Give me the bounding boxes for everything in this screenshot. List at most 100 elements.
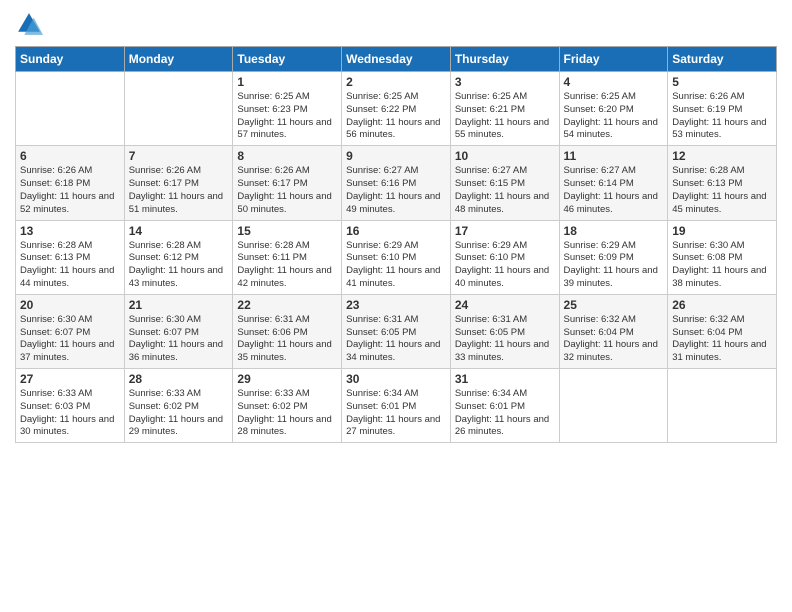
cell-info: Sunrise: 6:31 AM Sunset: 6:05 PM Dayligh… — [346, 314, 446, 365]
day-number: 26 — [672, 298, 772, 312]
cell-info: Sunrise: 6:25 AM Sunset: 6:20 PM Dayligh… — [564, 91, 664, 142]
calendar-cell: 15 Sunrise: 6:28 AM Sunset: 6:11 PM Dayli… — [233, 220, 342, 294]
cell-info: Sunrise: 6:25 AM Sunset: 6:22 PM Dayligh… — [346, 91, 446, 142]
cell-info: Sunrise: 6:30 AM Sunset: 6:07 PM Dayligh… — [129, 314, 229, 365]
logo — [15, 10, 47, 38]
calendar-cell: 9 Sunrise: 6:27 AM Sunset: 6:16 PM Daylig… — [342, 146, 451, 220]
day-number: 11 — [564, 149, 664, 163]
calendar-cell: 29Sunrise: 6:33 AM Sunset: 6:02 PM Dayli… — [233, 369, 342, 443]
day-number: 14 — [129, 224, 229, 238]
cell-info: Sunrise: 6:34 AM Sunset: 6:01 PM Dayligh… — [455, 388, 555, 439]
calendar-week-1: 1 Sunrise: 6:25 AM Sunset: 6:23 PM Daylig… — [16, 72, 777, 146]
calendar-cell: 6Sunrise: 6:26 AM Sunset: 6:18 PM Daylig… — [16, 146, 125, 220]
calendar-cell — [559, 369, 668, 443]
weekday-header-sunday: Sunday — [16, 47, 125, 72]
calendar-cell — [124, 72, 233, 146]
calendar-cell: 25 Sunrise: 6:32 AM Sunset: 6:04 PM Dayli… — [559, 294, 668, 368]
day-number: 13 — [20, 224, 120, 238]
day-number: 25 — [564, 298, 664, 312]
calendar-cell: 31Sunrise: 6:34 AM Sunset: 6:01 PM Dayli… — [450, 369, 559, 443]
cell-info: Sunrise: 6:29 AM Sunset: 6:09 PM Dayligh… — [564, 240, 664, 291]
cell-info: Sunrise: 6:31 AM Sunset: 6:06 PM Dayligh… — [237, 314, 337, 365]
calendar-week-3: 13Sunrise: 6:28 AM Sunset: 6:13 PM Dayli… — [16, 220, 777, 294]
cell-info: Sunrise: 6:25 AM Sunset: 6:21 PM Dayligh… — [455, 91, 555, 142]
calendar-cell: 26 Sunrise: 6:32 AM Sunset: 6:04 PM Dayli… — [668, 294, 777, 368]
calendar-week-5: 27Sunrise: 6:33 AM Sunset: 6:03 PM Dayli… — [16, 369, 777, 443]
day-number: 30 — [346, 372, 446, 386]
cell-info: Sunrise: 6:28 AM Sunset: 6:11 PM Dayligh… — [237, 240, 337, 291]
day-number: 7 — [129, 149, 229, 163]
day-number: 24 — [455, 298, 555, 312]
calendar-cell: 7 Sunrise: 6:26 AM Sunset: 6:17 PM Daylig… — [124, 146, 233, 220]
calendar-cell: 17Sunrise: 6:29 AM Sunset: 6:10 PM Dayli… — [450, 220, 559, 294]
cell-info: Sunrise: 6:29 AM Sunset: 6:10 PM Dayligh… — [455, 240, 555, 291]
header — [15, 10, 777, 38]
day-number: 21 — [129, 298, 229, 312]
day-number: 23 — [346, 298, 446, 312]
day-number: 8 — [237, 149, 337, 163]
cell-info: Sunrise: 6:30 AM Sunset: 6:07 PM Dayligh… — [20, 314, 120, 365]
cell-info: Sunrise: 6:28 AM Sunset: 6:12 PM Dayligh… — [129, 240, 229, 291]
calendar-cell: 5Sunrise: 6:26 AM Sunset: 6:19 PM Daylig… — [668, 72, 777, 146]
calendar-cell: 22 Sunrise: 6:31 AM Sunset: 6:06 PM Dayli… — [233, 294, 342, 368]
weekday-header-monday: Monday — [124, 47, 233, 72]
calendar-cell: 23 Sunrise: 6:31 AM Sunset: 6:05 PM Dayli… — [342, 294, 451, 368]
day-number: 6 — [20, 149, 120, 163]
cell-info: Sunrise: 6:34 AM Sunset: 6:01 PM Dayligh… — [346, 388, 446, 439]
weekday-header-row: SundayMondayTuesdayWednesdayThursdayFrid… — [16, 47, 777, 72]
day-number: 4 — [564, 75, 664, 89]
day-number: 12 — [672, 149, 772, 163]
calendar-cell — [668, 369, 777, 443]
calendar-cell: 19Sunrise: 6:30 AM Sunset: 6:08 PM Dayli… — [668, 220, 777, 294]
calendar-cell: 1 Sunrise: 6:25 AM Sunset: 6:23 PM Daylig… — [233, 72, 342, 146]
weekday-header-tuesday: Tuesday — [233, 47, 342, 72]
weekday-header-thursday: Thursday — [450, 47, 559, 72]
calendar-cell: 18 Sunrise: 6:29 AM Sunset: 6:09 PM Dayli… — [559, 220, 668, 294]
cell-info: Sunrise: 6:32 AM Sunset: 6:04 PM Dayligh… — [564, 314, 664, 365]
calendar-week-4: 20 Sunrise: 6:30 AM Sunset: 6:07 PM Dayli… — [16, 294, 777, 368]
cell-info: Sunrise: 6:29 AM Sunset: 6:10 PM Dayligh… — [346, 240, 446, 291]
day-number: 5 — [672, 75, 772, 89]
calendar-cell: 28 Sunrise: 6:33 AM Sunset: 6:02 PM Dayli… — [124, 369, 233, 443]
page: SundayMondayTuesdayWednesdayThursdayFrid… — [0, 0, 792, 612]
day-number: 2 — [346, 75, 446, 89]
calendar-cell: 24 Sunrise: 6:31 AM Sunset: 6:05 PM Dayli… — [450, 294, 559, 368]
day-number: 1 — [237, 75, 337, 89]
cell-info: Sunrise: 6:27 AM Sunset: 6:16 PM Dayligh… — [346, 165, 446, 216]
cell-info: Sunrise: 6:32 AM Sunset: 6:04 PM Dayligh… — [672, 314, 772, 365]
cell-info: Sunrise: 6:28 AM Sunset: 6:13 PM Dayligh… — [672, 165, 772, 216]
calendar-cell: 10 Sunrise: 6:27 AM Sunset: 6:15 PM Dayli… — [450, 146, 559, 220]
day-number: 28 — [129, 372, 229, 386]
cell-info: Sunrise: 6:33 AM Sunset: 6:03 PM Dayligh… — [20, 388, 120, 439]
logo-icon — [15, 10, 43, 38]
cell-info: Sunrise: 6:25 AM Sunset: 6:23 PM Dayligh… — [237, 91, 337, 142]
day-number: 10 — [455, 149, 555, 163]
day-number: 9 — [346, 149, 446, 163]
calendar-cell: 4 Sunrise: 6:25 AM Sunset: 6:20 PM Daylig… — [559, 72, 668, 146]
cell-info: Sunrise: 6:31 AM Sunset: 6:05 PM Dayligh… — [455, 314, 555, 365]
calendar-cell: 14 Sunrise: 6:28 AM Sunset: 6:12 PM Dayli… — [124, 220, 233, 294]
cell-info: Sunrise: 6:26 AM Sunset: 6:17 PM Dayligh… — [129, 165, 229, 216]
calendar-cell: 21 Sunrise: 6:30 AM Sunset: 6:07 PM Dayli… — [124, 294, 233, 368]
cell-info: Sunrise: 6:33 AM Sunset: 6:02 PM Dayligh… — [237, 388, 337, 439]
cell-info: Sunrise: 6:27 AM Sunset: 6:14 PM Dayligh… — [564, 165, 664, 216]
cell-info: Sunrise: 6:30 AM Sunset: 6:08 PM Dayligh… — [672, 240, 772, 291]
cell-info: Sunrise: 6:27 AM Sunset: 6:15 PM Dayligh… — [455, 165, 555, 216]
day-number: 18 — [564, 224, 664, 238]
calendar-cell: 8 Sunrise: 6:26 AM Sunset: 6:17 PM Daylig… — [233, 146, 342, 220]
cell-info: Sunrise: 6:26 AM Sunset: 6:17 PM Dayligh… — [237, 165, 337, 216]
cell-info: Sunrise: 6:33 AM Sunset: 6:02 PM Dayligh… — [129, 388, 229, 439]
calendar-cell: 11 Sunrise: 6:27 AM Sunset: 6:14 PM Dayli… — [559, 146, 668, 220]
weekday-header-wednesday: Wednesday — [342, 47, 451, 72]
calendar-cell: 2 Sunrise: 6:25 AM Sunset: 6:22 PM Daylig… — [342, 72, 451, 146]
day-number: 16 — [346, 224, 446, 238]
calendar-cell: 30 Sunrise: 6:34 AM Sunset: 6:01 PM Dayli… — [342, 369, 451, 443]
day-number: 20 — [20, 298, 120, 312]
calendar-cell: 3 Sunrise: 6:25 AM Sunset: 6:21 PM Daylig… — [450, 72, 559, 146]
calendar-cell: 27Sunrise: 6:33 AM Sunset: 6:03 PM Dayli… — [16, 369, 125, 443]
day-number: 22 — [237, 298, 337, 312]
day-number: 15 — [237, 224, 337, 238]
day-number: 3 — [455, 75, 555, 89]
calendar-cell: 13Sunrise: 6:28 AM Sunset: 6:13 PM Dayli… — [16, 220, 125, 294]
calendar-week-2: 6Sunrise: 6:26 AM Sunset: 6:18 PM Daylig… — [16, 146, 777, 220]
